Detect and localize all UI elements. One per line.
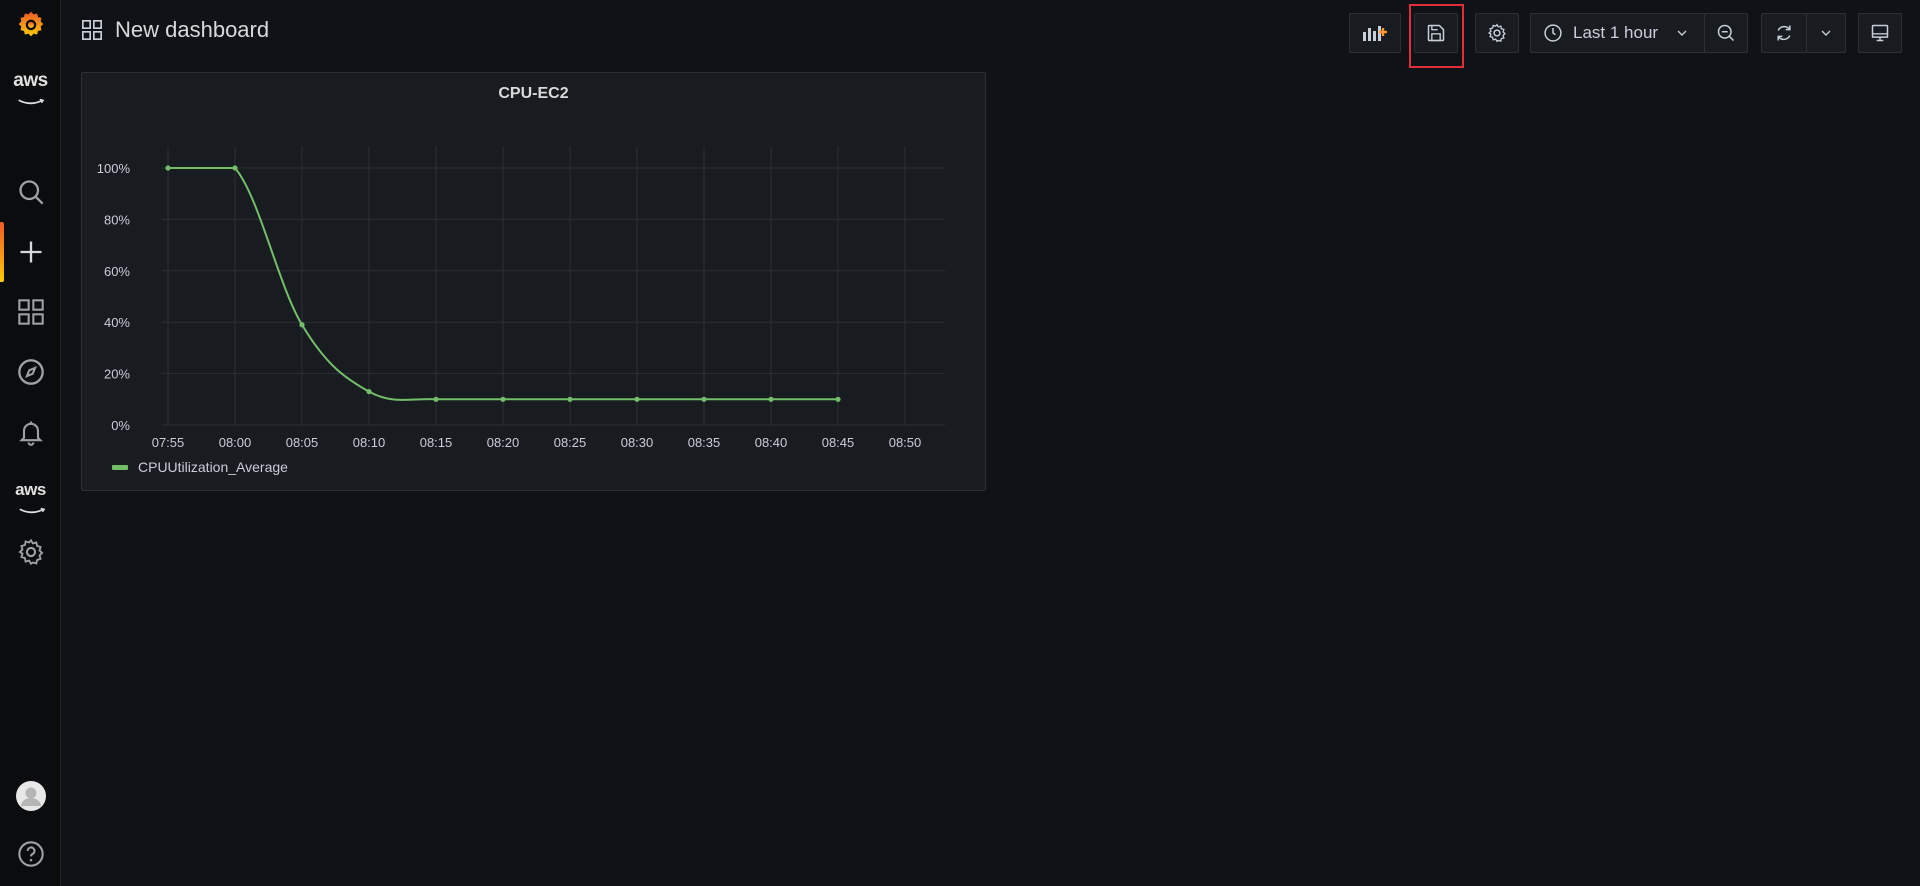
save-button-highlight xyxy=(1409,4,1464,68)
data-point xyxy=(500,396,506,402)
dashboard-title[interactable]: New dashboard xyxy=(81,17,269,43)
add-panel-button[interactable] xyxy=(1349,13,1401,53)
data-point xyxy=(165,165,171,171)
refresh-icon xyxy=(1777,25,1791,41)
grafana-logo[interactable] xyxy=(0,0,61,48)
y-tick-label: 40% xyxy=(104,315,130,330)
avatar xyxy=(15,781,46,811)
x-tick-label: 08:45 xyxy=(822,435,855,450)
x-tick-label: 08:50 xyxy=(889,435,922,450)
data-point xyxy=(232,165,238,171)
aws-smile-icon xyxy=(18,98,45,105)
gear-icon xyxy=(1487,23,1506,43)
x-tick-label: 07:55 xyxy=(152,435,185,450)
data-point xyxy=(567,396,573,402)
sidebar-item-explore[interactable] xyxy=(0,348,61,396)
monitor-icon xyxy=(1871,24,1889,42)
aws-smile-icon xyxy=(19,507,46,514)
legend-item[interactable]: CPUUtilization_Average xyxy=(112,459,288,475)
y-tick-label: 100% xyxy=(97,161,131,176)
dashboard-settings-button[interactable] xyxy=(1475,13,1519,53)
help-icon xyxy=(17,841,44,867)
sidebar: aws aws xyxy=(0,0,61,886)
add-panel-icon xyxy=(1363,26,1387,41)
top-navbar: New dashboard Last 1 hour xyxy=(61,0,1920,68)
x-tick-label: 08:30 xyxy=(621,435,654,450)
data-point xyxy=(366,388,372,395)
x-tick-label: 08:00 xyxy=(219,435,252,450)
sidebar-item-aws[interactable]: aws xyxy=(0,57,61,105)
y-tick-label: 20% xyxy=(104,367,130,382)
chevron-down-icon xyxy=(1821,30,1831,36)
page-title: New dashboard xyxy=(115,17,270,42)
sidebar-item-aws-service[interactable]: aws xyxy=(0,466,61,514)
x-tick-label: 08:35 xyxy=(688,435,721,450)
y-tick-label: 0% xyxy=(111,418,130,433)
data-point xyxy=(634,396,640,402)
data-point xyxy=(835,396,841,402)
time-range-label: Last 1 hour xyxy=(1573,23,1659,42)
data-point xyxy=(768,396,774,402)
sidebar-item-search[interactable] xyxy=(0,168,61,216)
sidebar-item-alerting[interactable] xyxy=(0,408,61,456)
x-tick-label: 08:10 xyxy=(353,435,386,450)
y-tick-label: 80% xyxy=(104,212,130,227)
zoom-out-button[interactable] xyxy=(1704,13,1748,53)
refresh-button[interactable] xyxy=(1761,13,1807,53)
data-point xyxy=(701,396,707,402)
chevron-down-icon xyxy=(1677,30,1687,36)
clock-icon xyxy=(1544,24,1562,42)
sidebar-item-configuration[interactable] xyxy=(0,528,61,576)
gear-icon xyxy=(17,538,43,565)
line-chart: 0% 20% 40% 60% 80% 100% 07:55 08:00 08:05 08:10 08… xyxy=(97,146,945,450)
y-tick-label: 60% xyxy=(104,264,130,279)
x-tick-label: 08:20 xyxy=(487,435,520,450)
sidebar-item-dashboards[interactable] xyxy=(0,288,61,336)
refresh-interval-dropdown[interactable] xyxy=(1806,13,1846,53)
graph-panel[interactable]: CPU-EC2 0% 20% 40% 60% 80% 100% 07:55 08:00 08:0… xyxy=(81,72,986,491)
time-range-picker[interactable]: Last 1 hour xyxy=(1530,13,1705,53)
sidebar-item-create[interactable] xyxy=(0,228,61,276)
dashboard-grid-icon xyxy=(82,20,102,40)
bell-icon xyxy=(18,421,43,446)
zoom-out-icon xyxy=(1717,24,1735,42)
sidebar-item-profile[interactable] xyxy=(0,772,61,820)
grafana-logo-icon xyxy=(18,11,43,37)
legend-swatch xyxy=(112,464,128,470)
legend-label: CPUUtilization_Average xyxy=(138,459,288,475)
view-mode-button[interactable] xyxy=(1858,13,1902,53)
search-icon xyxy=(18,180,43,205)
dashboards-icon xyxy=(17,299,44,325)
data-point xyxy=(433,396,439,402)
data-point xyxy=(299,322,305,328)
x-tick-label: 08:05 xyxy=(286,435,319,450)
sidebar-item-help[interactable] xyxy=(0,830,61,878)
x-tick-label: 08:15 xyxy=(420,435,453,450)
plus-icon xyxy=(20,241,41,263)
compass-icon xyxy=(17,359,44,385)
x-tick-label: 08:25 xyxy=(554,435,587,450)
x-tick-label: 08:40 xyxy=(755,435,788,450)
